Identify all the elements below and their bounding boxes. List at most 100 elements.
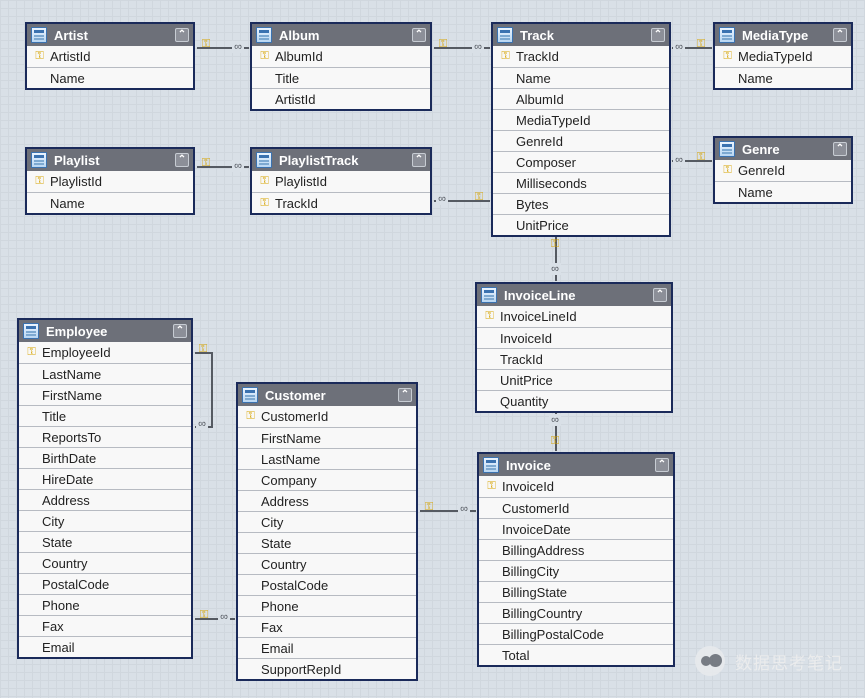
column-row[interactable]: ReportsTo	[19, 426, 191, 447]
column-row[interactable]: ⚿InvoiceLineId	[477, 306, 671, 327]
table-invoiceline[interactable]: InvoiceLine⌃⚿InvoiceLineIdInvoiceIdTrack…	[475, 282, 673, 413]
column-row[interactable]: FirstName	[238, 427, 416, 448]
column-row[interactable]: Address	[238, 490, 416, 511]
column-row[interactable]: GenreId	[493, 130, 669, 151]
column-row[interactable]: BillingCountry	[479, 602, 673, 623]
column-row[interactable]: Composer	[493, 151, 669, 172]
column-row[interactable]: City	[19, 510, 191, 531]
column-row[interactable]: LastName	[238, 448, 416, 469]
column-row[interactable]: ⚿InvoiceId	[479, 476, 673, 497]
table-album[interactable]: Album⌃⚿AlbumIdTitleArtistId	[250, 22, 432, 111]
column-row[interactable]: ⚿ArtistId	[27, 46, 193, 67]
column-row[interactable]: Company	[238, 469, 416, 490]
column-row[interactable]: TrackId	[477, 348, 671, 369]
table-header[interactable]: Invoice⌃	[479, 454, 673, 476]
column-row[interactable]: Email	[238, 637, 416, 658]
column-row[interactable]: Email	[19, 636, 191, 657]
column-row[interactable]: PostalCode	[238, 574, 416, 595]
column-row[interactable]: Title	[252, 67, 430, 88]
table-icon	[256, 152, 272, 168]
table-header[interactable]: Track⌃	[493, 24, 669, 46]
collapse-icon[interactable]: ⌃	[173, 324, 187, 338]
column-row[interactable]: LastName	[19, 363, 191, 384]
column-row[interactable]: ⚿TrackId	[252, 192, 430, 213]
collapse-icon[interactable]: ⌃	[412, 153, 426, 167]
column-row[interactable]: AlbumId	[493, 88, 669, 109]
table-artist[interactable]: Artist⌃⚿ArtistIdName	[25, 22, 195, 90]
table-header[interactable]: InvoiceLine⌃	[477, 284, 671, 306]
column-row[interactable]: BirthDate	[19, 447, 191, 468]
collapse-icon[interactable]: ⌃	[833, 142, 847, 156]
column-row[interactable]: Address	[19, 489, 191, 510]
column-row[interactable]: ⚿GenreId	[715, 160, 851, 181]
table-playlisttrack[interactable]: PlaylistTrack⌃⚿PlaylistId⚿TrackId	[250, 147, 432, 215]
collapse-icon[interactable]: ⌃	[653, 288, 667, 302]
collapse-icon[interactable]: ⌃	[175, 28, 189, 42]
column-row[interactable]: Name	[715, 67, 851, 88]
column-row[interactable]: Fax	[238, 616, 416, 637]
column-row[interactable]: Phone	[19, 594, 191, 615]
column-row[interactable]: ⚿MediaTypeId	[715, 46, 851, 67]
column-row[interactable]: Total	[479, 644, 673, 665]
column-row[interactable]: InvoiceId	[477, 327, 671, 348]
table-header[interactable]: PlaylistTrack⌃	[252, 149, 430, 171]
column-row[interactable]: InvoiceDate	[479, 518, 673, 539]
table-header[interactable]: Artist⌃	[27, 24, 193, 46]
column-row[interactable]: Bytes	[493, 193, 669, 214]
column-row[interactable]: ⚿TrackId	[493, 46, 669, 67]
table-header[interactable]: Customer⌃	[238, 384, 416, 406]
column-row[interactable]: ⚿PlaylistId	[252, 171, 430, 192]
column-row[interactable]: Name	[493, 67, 669, 88]
column-row[interactable]: MediaTypeId	[493, 109, 669, 130]
column-row[interactable]: Country	[19, 552, 191, 573]
column-row[interactable]: State	[238, 532, 416, 553]
column-row[interactable]: ⚿CustomerId	[238, 406, 416, 427]
collapse-icon[interactable]: ⌃	[833, 28, 847, 42]
column-row[interactable]: HireDate	[19, 468, 191, 489]
column-row[interactable]: BillingCity	[479, 560, 673, 581]
column-row[interactable]: Name	[27, 192, 193, 213]
table-header[interactable]: Playlist⌃	[27, 149, 193, 171]
column-row[interactable]: Quantity	[477, 390, 671, 411]
column-row[interactable]: Fax	[19, 615, 191, 636]
column-row[interactable]: Title	[19, 405, 191, 426]
collapse-icon[interactable]: ⌃	[655, 458, 669, 472]
table-mediatype[interactable]: MediaType⌃⚿MediaTypeIdName	[713, 22, 853, 90]
table-header[interactable]: Album⌃	[252, 24, 430, 46]
collapse-icon[interactable]: ⌃	[412, 28, 426, 42]
table-header[interactable]: Genre⌃	[715, 138, 851, 160]
column-row[interactable]: Milliseconds	[493, 172, 669, 193]
table-invoice[interactable]: Invoice⌃⚿InvoiceIdCustomerIdInvoiceDateB…	[477, 452, 675, 667]
column-row[interactable]: FirstName	[19, 384, 191, 405]
column-row[interactable]: UnitPrice	[477, 369, 671, 390]
column-row[interactable]: ArtistId	[252, 88, 430, 109]
collapse-icon[interactable]: ⌃	[398, 388, 412, 402]
column-row[interactable]: UnitPrice	[493, 214, 669, 235]
column-name: Name	[736, 185, 845, 200]
table-genre[interactable]: Genre⌃⚿GenreId Name	[713, 136, 853, 204]
column-row[interactable]: ⚿PlaylistId	[27, 171, 193, 192]
collapse-icon[interactable]: ⌃	[651, 28, 665, 42]
column-row[interactable]: Name	[27, 67, 193, 88]
table-header[interactable]: Employee⌃	[19, 320, 191, 342]
column-row[interactable]: City	[238, 511, 416, 532]
column-row[interactable]: SupportRepId	[238, 658, 416, 679]
column-row[interactable]: BillingPostalCode	[479, 623, 673, 644]
column-row[interactable]: BillingAddress	[479, 539, 673, 560]
column-row[interactable]: CustomerId	[479, 497, 673, 518]
column-row[interactable]: ⚿EmployeeId	[19, 342, 191, 363]
table-playlist[interactable]: Playlist⌃⚿PlaylistIdName	[25, 147, 195, 215]
column-row[interactable]: Name	[715, 181, 851, 202]
table-track[interactable]: Track⌃⚿TrackIdNameAlbumIdMediaTypeIdGenr…	[491, 22, 671, 237]
table-employee[interactable]: Employee⌃⚿EmployeeIdLastNameFirstNameTit…	[17, 318, 193, 659]
column-row[interactable]: PostalCode	[19, 573, 191, 594]
column-row[interactable]: BillingState	[479, 581, 673, 602]
column-row[interactable]: Country	[238, 553, 416, 574]
column-row[interactable]: State	[19, 531, 191, 552]
column-row[interactable]: ⚿AlbumId	[252, 46, 430, 67]
table-header[interactable]: MediaType⌃	[715, 24, 851, 46]
table-columns: ⚿InvoiceIdCustomerIdInvoiceDateBillingAd…	[479, 476, 673, 665]
collapse-icon[interactable]: ⌃	[175, 153, 189, 167]
column-row[interactable]: Phone	[238, 595, 416, 616]
table-customer[interactable]: Customer⌃⚿CustomerIdFirstNameLastNameCom…	[236, 382, 418, 681]
